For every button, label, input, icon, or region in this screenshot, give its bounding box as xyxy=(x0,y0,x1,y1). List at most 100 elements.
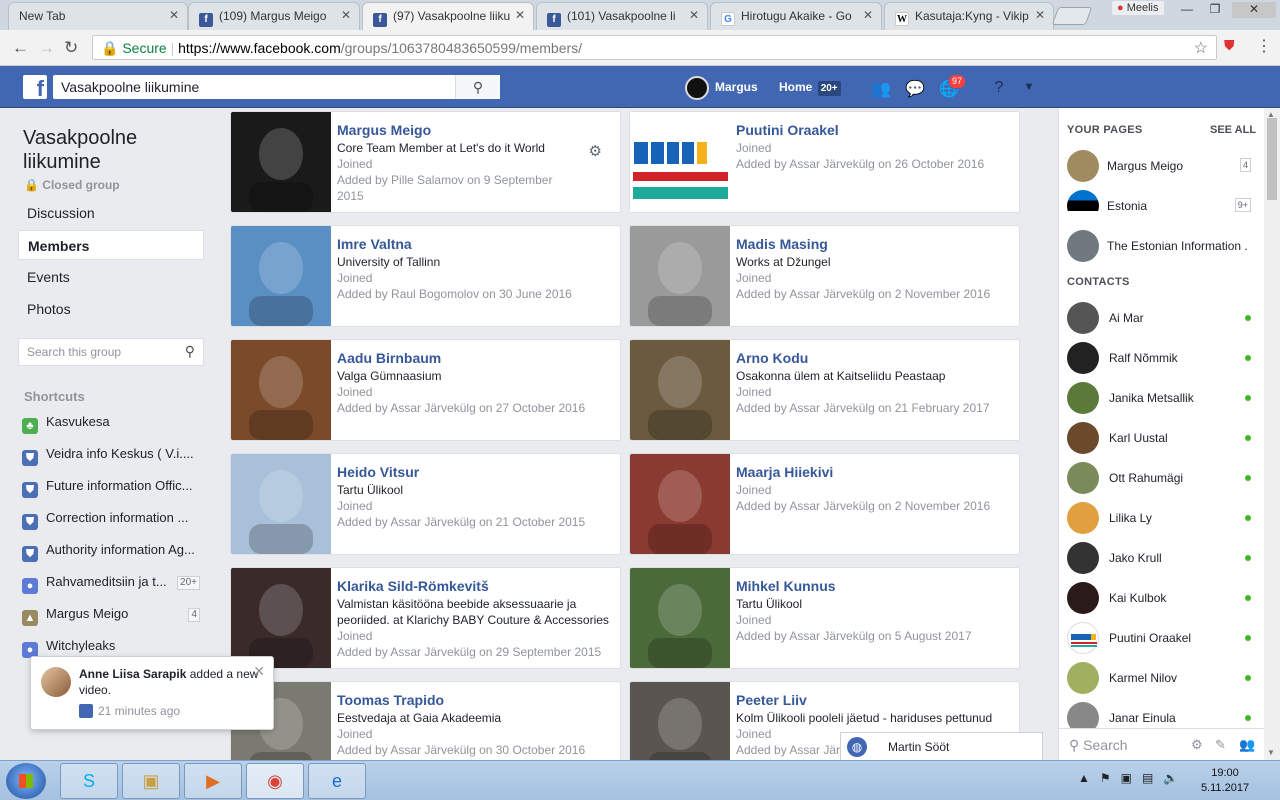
member-name[interactable]: Heido Vitsur xyxy=(337,464,419,480)
member-photo[interactable] xyxy=(231,568,331,668)
close-icon[interactable]: ✕ xyxy=(689,8,699,22)
contact-item[interactable]: Kai Kulbok xyxy=(1067,582,1257,614)
window-user-badge[interactable]: ● Meelis xyxy=(1112,1,1164,15)
shortcut-item[interactable]: ⛊ Authority information Ag... xyxy=(22,542,208,564)
shortcut-item[interactable]: ▲ Margus Meigo 4 xyxy=(22,606,208,628)
page-item[interactable]: Estonia 9+ xyxy=(1067,190,1257,222)
new-tab-button[interactable] xyxy=(1051,7,1093,25)
see-all-link[interactable]: SEE ALL xyxy=(1210,124,1256,136)
member-name[interactable]: Arno Kodu xyxy=(736,350,808,366)
member-photo[interactable] xyxy=(630,568,730,668)
address-bar[interactable]: 🔒 Secure | https://www.facebook.com/grou… xyxy=(92,35,1217,60)
home-link[interactable]: Home 20+ xyxy=(779,75,841,99)
scrollbar-thumb[interactable] xyxy=(1267,118,1277,200)
nav-discussion[interactable]: Discussion xyxy=(18,198,204,228)
contact-item[interactable]: Ralf Nõmmik xyxy=(1067,342,1257,374)
close-icon[interactable]: ✕ xyxy=(169,8,179,22)
chat-search-input[interactable]: ⚲ Search ⚙ ✎ 👥 xyxy=(1059,728,1265,760)
media-player-icon[interactable]: ▶ xyxy=(184,763,242,799)
shortcut-item[interactable]: ♣ Kasvukesa xyxy=(22,414,208,436)
notification-popup[interactable]: Anne Liisa Sarapik added a new video. 21… xyxy=(30,656,274,730)
contact-item[interactable]: Puutini Oraakel xyxy=(1067,622,1257,654)
member-name[interactable]: Puutini Oraakel xyxy=(736,122,839,138)
skype-icon[interactable]: S xyxy=(60,763,118,799)
member-name[interactable]: Imre Valtna xyxy=(337,236,412,252)
member-photo[interactable] xyxy=(231,226,331,326)
browser-tab-active[interactable]: f (97) Vasakpoolne liiku ✕ xyxy=(362,2,534,30)
help-icon[interactable]: ? xyxy=(988,79,1010,97)
back-icon[interactable]: ← xyxy=(12,38,29,58)
browser-tab[interactable]: f (109) Margus Meigo ✕ xyxy=(188,2,360,30)
extension-shield-icon[interactable]: ⛊ xyxy=(1224,37,1235,54)
nav-photos[interactable]: Photos xyxy=(18,294,204,324)
member-photo[interactable] xyxy=(630,226,730,326)
search-icon[interactable]: ⚲ xyxy=(455,75,500,99)
clock[interactable]: 19:00 5.11.2017 xyxy=(1195,766,1255,796)
facebook-logo-icon[interactable]: f xyxy=(23,75,47,101)
close-icon[interactable]: ✕ xyxy=(515,8,525,22)
member-photo[interactable] xyxy=(231,454,331,554)
reload-icon[interactable]: ↻ xyxy=(64,38,78,58)
member-name[interactable]: Mihkel Kunnus xyxy=(736,578,836,594)
browser-tab[interactable]: W Kasutaja:Kyng - Vikip ✕ xyxy=(884,2,1054,30)
browser-menu-icon[interactable]: ⋮ xyxy=(1256,36,1272,56)
shortcut-item[interactable]: ⛊ Veidra info Keskus ( V.i.... xyxy=(22,446,208,468)
explorer-icon[interactable]: ▣ xyxy=(122,763,180,799)
member-name[interactable]: Aadu Birnbaum xyxy=(337,350,441,366)
restore-icon[interactable]: ❐ xyxy=(1202,2,1228,18)
page-item[interactable]: Margus Meigo 4 xyxy=(1067,150,1257,182)
member-photo[interactable] xyxy=(231,112,331,212)
friend-requests-icon[interactable]: 👥 xyxy=(870,79,892,98)
member-name[interactable]: Peeter Liiv xyxy=(736,692,807,708)
member-photo[interactable] xyxy=(630,112,730,212)
close-icon[interactable]: ✕ xyxy=(253,663,265,680)
nav-members[interactable]: Members xyxy=(18,230,204,260)
member-name[interactable]: Klarika Sild-Römkevitš xyxy=(337,578,489,594)
close-icon[interactable]: ✕ xyxy=(341,8,351,22)
new-message-icon[interactable]: ✎ xyxy=(1215,737,1226,753)
start-button[interactable] xyxy=(6,763,46,799)
shortcut-item[interactable]: ⛊ Future information Offic... xyxy=(22,478,208,500)
member-name[interactable]: Margus Meigo xyxy=(337,122,431,138)
forward-icon[interactable]: → xyxy=(38,38,55,58)
messenger-icon[interactable]: 💬 xyxy=(904,79,926,98)
close-icon[interactable]: ✕ xyxy=(1035,8,1045,22)
page-scrollbar[interactable] xyxy=(1264,108,1280,760)
chrome-icon[interactable]: ◉ xyxy=(246,763,304,799)
contact-item[interactable]: Karl Uustal xyxy=(1067,422,1257,454)
member-photo[interactable] xyxy=(630,340,730,440)
system-tray[interactable]: ▲ ⚑ ▣ ▤ 🔈 xyxy=(1078,771,1178,785)
shortcut-item[interactable]: ● Rahvameditsiin ja t... 20+ xyxy=(22,574,208,596)
facebook-search-input[interactable] xyxy=(53,75,500,99)
browser-tab[interactable]: G Hirotugu Akaike - Go ✕ xyxy=(710,2,882,30)
member-name[interactable]: Toomas Trapido xyxy=(337,692,444,708)
member-photo[interactable] xyxy=(231,340,331,440)
contact-item[interactable]: Ott Rahumägi xyxy=(1067,462,1257,494)
browser-tab[interactable]: New Tab ✕ xyxy=(8,2,188,30)
member-name[interactable]: Madis Masing xyxy=(736,236,828,252)
contact-item[interactable]: Ai Mar xyxy=(1067,302,1257,334)
chat-tab[interactable]: ◍ Martin Sööt xyxy=(840,732,1043,760)
group-search-input[interactable]: Search this group ⚲ xyxy=(18,338,204,366)
nav-events[interactable]: Events xyxy=(18,262,204,292)
scroll-down-icon[interactable]: ▼ xyxy=(1267,748,1275,757)
ie-icon[interactable]: e xyxy=(308,763,366,799)
profile-link[interactable]: Margus xyxy=(685,75,758,100)
contact-item[interactable]: Jako Krull xyxy=(1067,542,1257,574)
page-item[interactable]: The Estonian Information ... xyxy=(1067,230,1257,262)
shortcut-item[interactable]: ⛊ Correction information ... xyxy=(22,510,208,532)
create-group-icon[interactable]: 👥 xyxy=(1239,737,1255,753)
contact-item[interactable]: Janika Metsallik xyxy=(1067,382,1257,414)
member-photo[interactable] xyxy=(630,454,730,554)
bookmark-star-icon[interactable]: ☆ xyxy=(1194,38,1208,58)
contact-item[interactable]: Lilika Ly xyxy=(1067,502,1257,534)
member-name[interactable]: Maarja Hiiekivi xyxy=(736,464,833,480)
settings-gear-icon[interactable]: ⚙ xyxy=(1191,737,1203,753)
gear-icon[interactable]: ⚙ xyxy=(589,142,602,160)
minimize-icon[interactable]: — xyxy=(1174,2,1200,18)
account-menu-icon[interactable]: ▼ xyxy=(1018,81,1040,99)
close-icon[interactable]: ✕ xyxy=(863,8,873,22)
group-title[interactable]: Vasakpoolne liikumine xyxy=(23,126,208,174)
close-window-icon[interactable]: ✕ xyxy=(1232,2,1276,18)
contact-item[interactable]: Karmel Nilov xyxy=(1067,662,1257,694)
